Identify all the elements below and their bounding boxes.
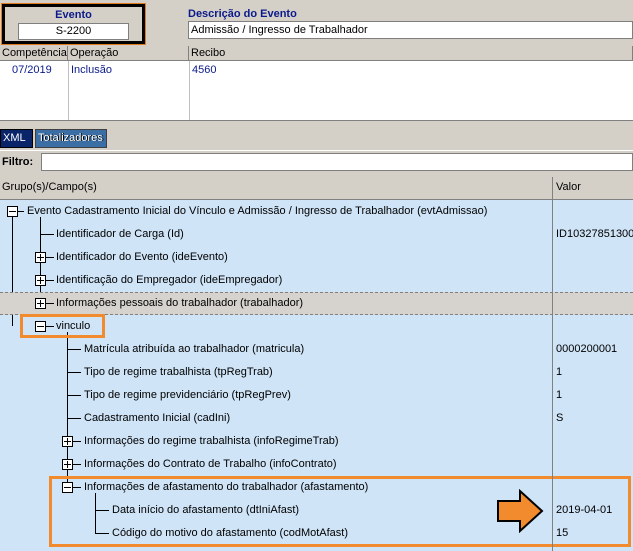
- tree-label: Identificação do Empregador (ideEmpregad…: [56, 274, 283, 286]
- tree-row[interactable]: Matrícula atribuída ao trabalhador (matr…: [0, 338, 633, 361]
- tree-label: Identificador de Carga (Id): [56, 228, 184, 240]
- tree-label: Informações do Contrato de Trabalho (inf…: [84, 458, 337, 470]
- tree-line: [40, 234, 54, 235]
- tree-label: Cadastramento Inicial (cadIni): [84, 412, 231, 424]
- column-divider[interactable]: [552, 177, 553, 551]
- tree-row[interactable]: Tipo de regime trabalhista (tpRegTrab) 1: [0, 361, 633, 384]
- evento-field[interactable]: S-2200: [18, 23, 129, 40]
- tree-value: ID1032785130000: [556, 228, 633, 240]
- tree-line: [67, 395, 81, 396]
- cell-competencia[interactable]: 07/2019: [12, 63, 52, 77]
- column-divider: [189, 61, 190, 120]
- tree-line: [46, 280, 54, 281]
- tree-value: 1: [556, 389, 563, 401]
- expand-icon[interactable]: [35, 298, 46, 309]
- tree-line: [67, 372, 81, 373]
- expand-icon[interactable]: [62, 459, 73, 470]
- column-header-competencia[interactable]: Competência: [0, 46, 68, 61]
- cell-operacao[interactable]: Inclusão: [71, 63, 112, 77]
- arrow-right-icon: [497, 489, 544, 533]
- expand-icon[interactable]: [35, 252, 46, 263]
- tree-row[interactable]: Evento Cadastramento Inicial do Vínculo …: [0, 200, 633, 223]
- cell-recibo[interactable]: 4560: [192, 63, 216, 77]
- tree-row[interactable]: Identificador do Evento (ideEvento): [0, 246, 633, 269]
- tree-row[interactable]: Cadastramento Inicial (cadIni) S: [0, 407, 633, 430]
- descricao-label: Descrição do Evento: [188, 8, 297, 20]
- tree-line: [73, 441, 81, 442]
- column-header-valor[interactable]: Valor: [556, 181, 581, 193]
- tree-row[interactable]: Identificador de Carga (Id) ID1032785130…: [0, 223, 633, 246]
- tree-row[interactable]: Identificação do Empregador (ideEmpregad…: [0, 269, 633, 292]
- filter-input[interactable]: [41, 153, 633, 171]
- tree-line: [73, 464, 81, 465]
- tree-value: 1: [556, 366, 563, 378]
- expand-icon[interactable]: [35, 275, 46, 286]
- tree-label: Evento Cadastramento Inicial do Vínculo …: [27, 205, 488, 217]
- column-header-grupo[interactable]: Grupo(s)/Campo(s): [2, 181, 97, 193]
- tree-line: [18, 211, 24, 212]
- tab-totalizadores[interactable]: Totalizadores: [35, 129, 107, 148]
- evento-label: Evento: [55, 9, 92, 21]
- tree-line: [67, 349, 81, 350]
- tab-xml[interactable]: XML: [0, 129, 33, 148]
- receipt-grid: Competência Operação Recibo 07/2019 Incl…: [0, 46, 633, 120]
- filter-label: Filtro:: [2, 156, 34, 168]
- highlight-box: [20, 314, 105, 338]
- tree-row-selected[interactable]: Informações pessoais do trabalhador (tra…: [0, 292, 633, 315]
- tree-line: [67, 418, 81, 419]
- column-header-operacao[interactable]: Operação: [68, 46, 189, 61]
- column-divider: [68, 61, 69, 120]
- tree-value: S: [556, 412, 564, 424]
- evento-box: Evento S-2200: [1, 3, 146, 45]
- tree-label: Identificador do Evento (ideEvento): [56, 251, 228, 263]
- tree-label: Matrícula atribuída ao trabalhador (matr…: [84, 343, 305, 355]
- tree-row[interactable]: Informações do Contrato de Trabalho (inf…: [0, 453, 633, 476]
- tree-row[interactable]: Tipo de regime previdenciário (tpRegPrev…: [0, 384, 633, 407]
- expand-icon[interactable]: [62, 436, 73, 447]
- tree-line: [46, 303, 54, 304]
- collapse-icon[interactable]: [7, 206, 18, 217]
- tree-line: [46, 257, 54, 258]
- tree-label: Tipo de regime previdenciário (tpRegPrev…: [84, 389, 291, 401]
- tree-label: Informações do regime trabalhista (infoR…: [84, 435, 339, 447]
- column-header-recibo[interactable]: Recibo: [189, 46, 633, 61]
- tree-row[interactable]: Informações do regime trabalhista (infoR…: [0, 430, 633, 453]
- tree-label: Informações pessoais do trabalhador (tra…: [56, 297, 304, 309]
- tree-value: 0000200001: [556, 343, 618, 355]
- descricao-field[interactable]: Admissão / Ingresso de Trabalhador: [188, 21, 633, 39]
- tree-label: Tipo de regime trabalhista (tpRegTrab): [84, 366, 273, 378]
